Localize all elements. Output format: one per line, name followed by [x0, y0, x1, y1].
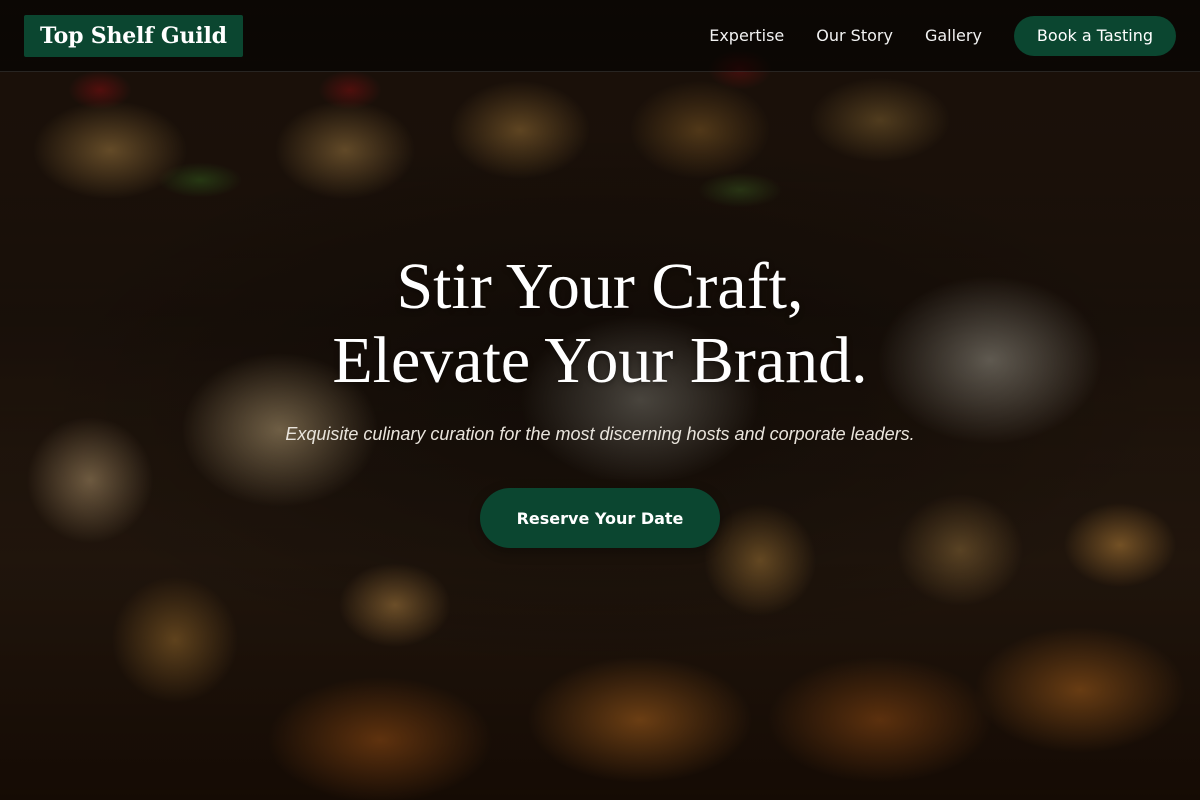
- brand-logo[interactable]: Top Shelf Guild: [24, 14, 243, 57]
- book-tasting-button[interactable]: Book a Tasting: [1013, 15, 1176, 56]
- hero-subtitle: Exquisite culinary curation for the most…: [285, 424, 915, 444]
- hero-headline-line-1: Stir Your Craft,: [396, 250, 804, 323]
- nav-link-our-story[interactable]: Our Story: [816, 26, 893, 45]
- top-navigation-bar: Top Shelf Guild Expertise Our Story Gall…: [0, 0, 1200, 72]
- hero-headline: Stir Your Craft, Elevate Your Brand.: [0, 250, 1200, 398]
- hero-section: Stir Your Craft, Elevate Your Brand. Exq…: [0, 250, 1200, 548]
- hero-headline-line-2: Elevate Your Brand.: [332, 324, 868, 397]
- reserve-date-button[interactable]: Reserve Your Date: [480, 488, 720, 548]
- nav-link-gallery[interactable]: Gallery: [925, 26, 982, 45]
- nav-links: Expertise Our Story Gallery Book a Tasti…: [709, 15, 1176, 56]
- nav-link-expertise[interactable]: Expertise: [709, 26, 784, 45]
